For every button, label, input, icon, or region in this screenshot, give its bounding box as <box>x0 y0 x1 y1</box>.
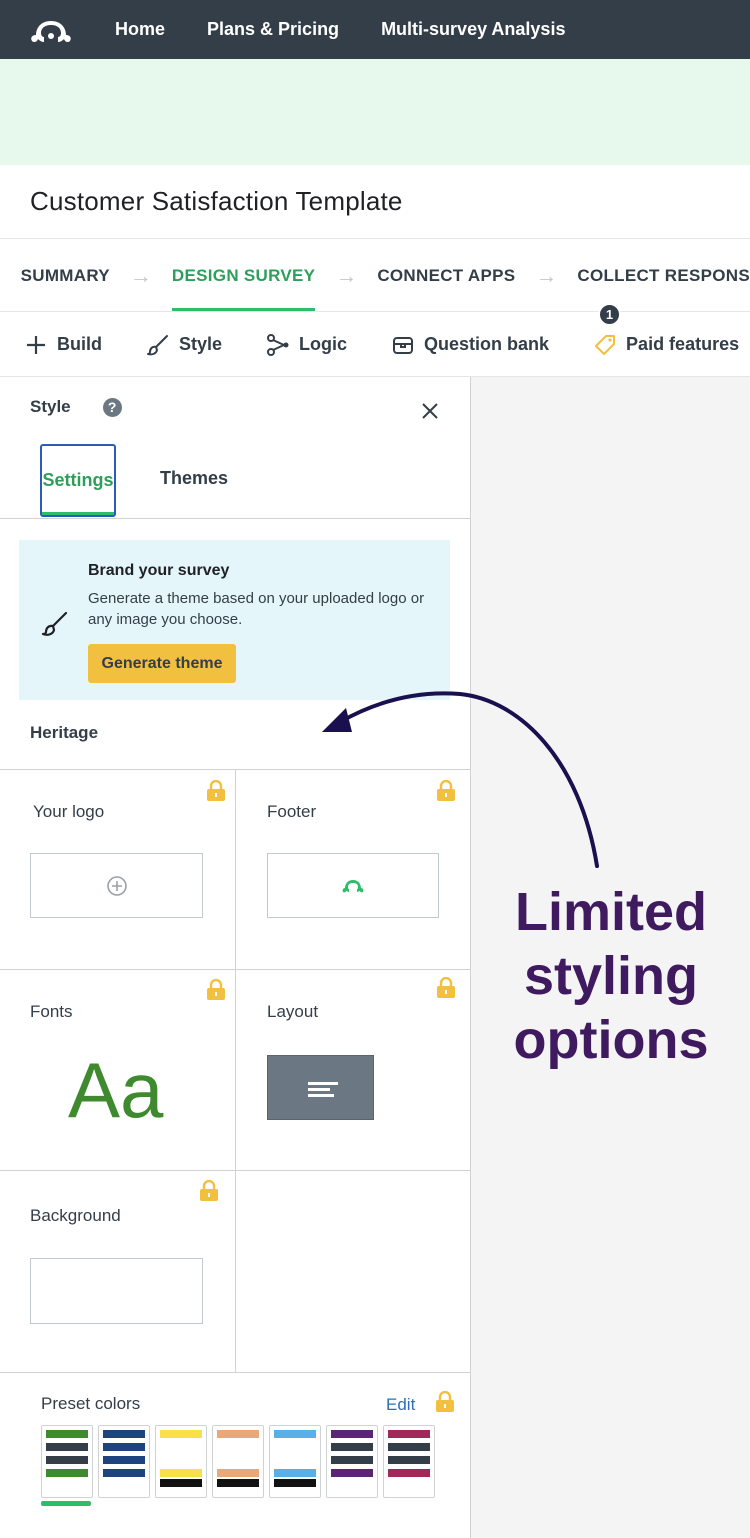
survey-steps: SUMMARY → DESIGN SURVEY → CONNECT APPS →… <box>0 240 750 312</box>
style-tab[interactable]: Style <box>146 333 222 357</box>
annotation-text: Limited styling options <box>486 880 736 1072</box>
surveymonkey-logo-icon <box>342 879 364 892</box>
notice-banner <box>0 59 750 165</box>
background-preview-box[interactable] <box>30 1258 203 1324</box>
build-tab[interactable]: Build <box>24 333 102 357</box>
preset-swatch-sky[interactable] <box>269 1425 321 1498</box>
background-cell-label: Background <box>30 1206 121 1225</box>
branch-icon <box>266 333 290 357</box>
paintbrush-icon <box>146 333 170 357</box>
preset-swatch-green[interactable] <box>41 1425 93 1498</box>
preset-swatch-navy[interactable] <box>98 1425 150 1498</box>
nav-plans-pricing[interactable]: Plans & Pricing <box>207 19 339 40</box>
style-subtabs: Settings Themes <box>0 443 471 519</box>
survey-title-bar: Customer Satisfaction Template <box>0 165 750 239</box>
paid-features-count-badge: 1 <box>598 302 622 326</box>
lock-icon <box>207 780 225 801</box>
question-bank-label: Question bank <box>424 334 550 354</box>
logo-upload-box[interactable] <box>30 853 203 918</box>
top-nav: Home Plans & Pricing Multi-survey Analys… <box>0 0 750 59</box>
theme-name: Heritage <box>30 723 99 742</box>
brand-title: Brand your survey <box>88 562 230 579</box>
fonts-cell-label: Fonts <box>30 1002 73 1021</box>
step-connect-apps[interactable]: CONNECT APPS <box>377 240 515 311</box>
preset-swatch-yellow[interactable] <box>155 1425 207 1498</box>
style-label: Style <box>179 334 223 354</box>
lock-icon <box>436 1391 454 1412</box>
question-bank-tab[interactable]: Question bank <box>391 333 549 357</box>
preset-swatch-purple[interactable] <box>326 1425 378 1498</box>
help-icon[interactable]: ? <box>102 397 122 417</box>
style-panel-header: Style ? <box>30 397 122 417</box>
survey-title[interactable]: Customer Satisfaction Template <box>30 186 403 217</box>
brand-survey-card: Brand your survey Generate a theme based… <box>19 540 450 700</box>
layout-cell-label: Layout <box>267 1002 319 1021</box>
design-toolbar: Build Style Logic Question bank 1 Paid f… <box>0 302 750 377</box>
step-arrow-icon: → <box>335 262 358 288</box>
preset-swatch-peach[interactable] <box>212 1425 264 1498</box>
lock-icon <box>437 977 455 998</box>
plus-icon <box>24 333 48 357</box>
style-panel-title: Style <box>30 397 71 416</box>
layout-thumbnail[interactable] <box>267 1055 374 1120</box>
tab-themes[interactable]: Themes <box>160 468 228 489</box>
step-summary[interactable]: SUMMARY <box>21 240 110 311</box>
selected-preset-indicator <box>41 1501 91 1506</box>
logic-tab[interactable]: Logic <box>266 333 347 357</box>
step-collect-responses[interactable]: COLLECT RESPONS <box>577 240 750 311</box>
annotation-line: Limited <box>514 882 707 942</box>
brand-description: Generate a theme based on your uploaded … <box>88 590 425 628</box>
nav-home[interactable]: Home <box>115 19 165 40</box>
archive-box-icon <box>391 333 415 357</box>
add-circle-icon <box>106 875 127 896</box>
annotation-line: styling <box>523 946 699 1006</box>
preset-colors-label: Preset colors <box>41 1394 141 1413</box>
logo-cell-label: Your logo <box>33 802 105 821</box>
lock-icon <box>437 780 455 801</box>
surveymonkey-logo-icon[interactable] <box>27 14 75 46</box>
step-arrow-icon: → <box>535 262 558 288</box>
layout-lines-icon <box>308 1082 338 1097</box>
price-tag-icon <box>593 333 617 357</box>
build-label: Build <box>57 334 102 354</box>
lock-icon <box>207 979 225 1000</box>
close-icon[interactable] <box>420 401 440 421</box>
preset-swatches <box>41 1425 440 1498</box>
divider <box>0 1372 471 1373</box>
nav-multi-survey-analysis[interactable]: Multi-survey Analysis <box>381 19 565 40</box>
paid-features-tab[interactable]: 1 Paid features <box>593 302 740 357</box>
step-arrow-icon: → <box>129 262 152 288</box>
step-design-survey[interactable]: DESIGN SURVEY <box>171 240 316 311</box>
footer-preview-box[interactable] <box>267 853 439 918</box>
preset-swatch-crimson[interactable] <box>383 1425 435 1498</box>
tab-settings[interactable]: Settings <box>40 444 116 517</box>
generate-theme-button[interactable]: Generate theme <box>88 644 236 683</box>
paintbrush-icon <box>41 611 68 636</box>
paid-features-label: Paid features <box>626 334 740 354</box>
preset-edit-link[interactable]: Edit <box>386 1395 415 1415</box>
footer-cell-label: Footer <box>267 802 317 821</box>
lock-icon <box>200 1180 218 1201</box>
logic-label: Logic <box>299 334 348 354</box>
divider <box>235 769 236 1372</box>
font-sample[interactable]: Aa <box>68 1045 163 1136</box>
style-panel: Style ? Settings Themes Brand your surve… <box>0 377 471 1538</box>
annotation-line: options <box>513 1010 709 1070</box>
